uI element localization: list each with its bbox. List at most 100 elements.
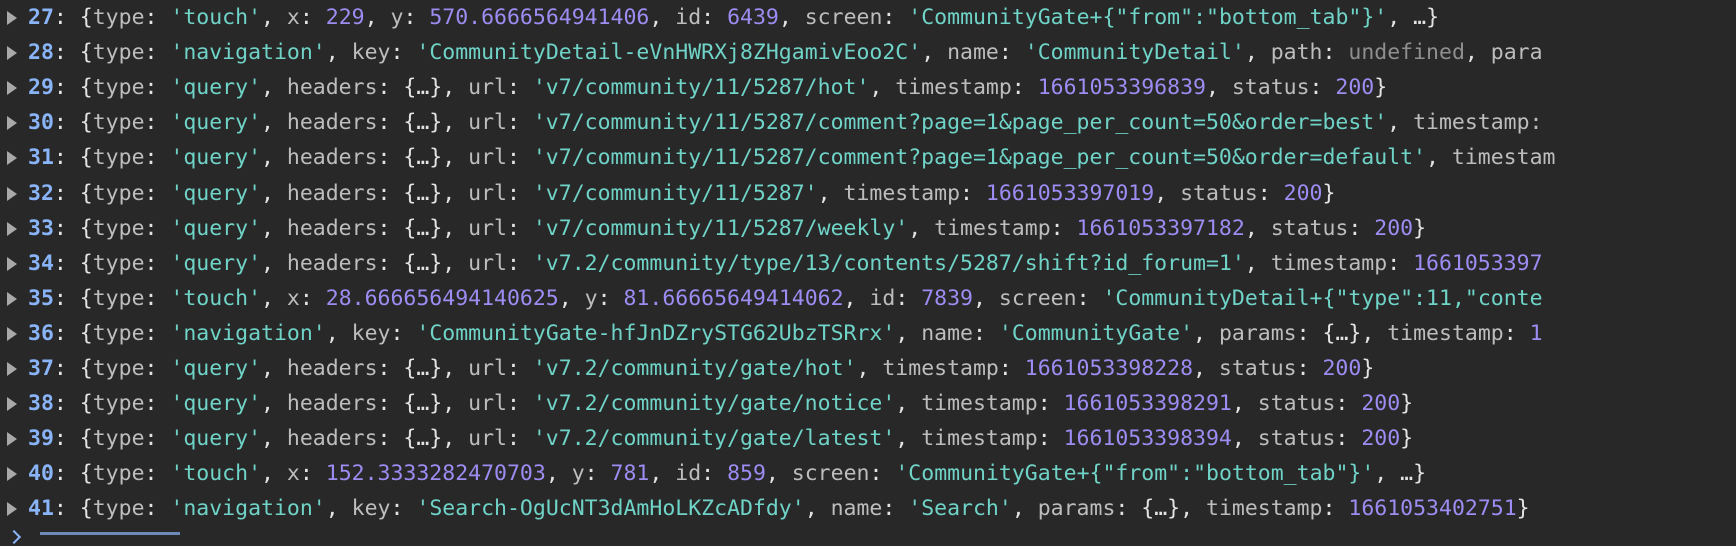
token-pun: , (1154, 180, 1181, 206)
token-key: headers (286, 145, 378, 171)
token-pun: : {…}, (1115, 496, 1206, 522)
log-entry-row[interactable]: 40: {type: 'touch', x: 152.3333282470703… (0, 456, 1736, 491)
expand-triangle-icon[interactable] (7, 362, 17, 376)
prompt-chevron-icon (6, 529, 22, 545)
expand-triangle-icon[interactable] (7, 116, 17, 131)
token-pun: , …} (1387, 5, 1440, 30)
token-pun: : {…}, (377, 145, 469, 171)
log-entry-row[interactable]: 35: {type: 'touch', x: 28.66665649414062… (0, 281, 1736, 316)
token-str: 'CommunityGate' (998, 320, 1194, 346)
token-pun: : (390, 320, 417, 346)
token-key: x (286, 285, 300, 311)
token-key: url (468, 391, 507, 417)
log-entry-row[interactable]: 41: {type: 'navigation', key: 'Search-Og… (0, 491, 1736, 526)
token-key: type (92, 180, 145, 206)
token-key: headers (286, 110, 378, 136)
log-entry-row[interactable]: 34: {type: 'query', headers: {…}, url: '… (0, 246, 1736, 281)
token-key: x (286, 461, 300, 487)
log-entry-row[interactable]: 33: {type: 'query', headers: {…}, url: '… (0, 211, 1736, 246)
log-entry-row[interactable]: 38: {type: 'query', headers: {…}, url: '… (0, 386, 1736, 421)
token-key: timestamp (882, 356, 999, 381)
token-str: 'v7.2/community/gate/notice' (532, 391, 896, 417)
expand-triangle-icon[interactable] (7, 46, 17, 61)
token-num: 200 (1283, 180, 1323, 206)
token-pun: : (299, 5, 326, 30)
log-entry-row[interactable]: 28: {type: 'navigation', key: 'Community… (0, 35, 1736, 70)
token-pun: : (584, 461, 611, 487)
expand-triangle-icon[interactable] (7, 467, 17, 482)
token-pun: , (1193, 320, 1219, 346)
token-str: 'navigation' (170, 320, 326, 346)
token-key: type (92, 426, 145, 452)
expand-triangle-icon[interactable] (7, 502, 17, 517)
token-key: status (1257, 391, 1336, 417)
token-num: 6439 (727, 5, 779, 30)
token-pun: , (261, 75, 287, 101)
token-pun: , (921, 40, 948, 66)
token-pun: { (79, 356, 93, 381)
token-key: key (351, 320, 391, 346)
log-entry-row[interactable]: 27: {type: 'touch', x: 229, y: 570.66665… (0, 0, 1736, 35)
log-entry-index: 39 (28, 426, 54, 452)
expand-triangle-icon[interactable] (7, 221, 17, 236)
token-key: para (1490, 40, 1543, 66)
token-pun: , (261, 5, 287, 30)
log-entry-row[interactable]: 32: {type: 'query', headers: {…}, url: '… (0, 176, 1736, 211)
token-key: headers (286, 250, 378, 276)
token-num: 152.3333282470703 (325, 461, 546, 487)
token-key: url (468, 145, 507, 171)
expand-triangle-icon[interactable] (7, 432, 17, 447)
log-entry-row[interactable]: 37: {type: 'query', headers: {…}, url: '… (0, 351, 1736, 386)
token-pun: } (1400, 426, 1414, 452)
token-key: type (92, 145, 145, 171)
log-entry-row[interactable]: 30: {type: 'query', headers: {…}, url: '… (0, 105, 1736, 140)
log-entry-index: 31 (28, 145, 54, 171)
log-entry-text: 40: {type: 'touch', x: 152.3333282470703… (28, 456, 1426, 491)
console-prompt-row[interactable] (0, 526, 200, 546)
token-pun: : (144, 496, 171, 522)
log-entry-index: 29 (28, 75, 54, 101)
log-entry-row[interactable]: 36: {type: 'navigation', key: 'Community… (0, 316, 1736, 351)
token-key: status (1231, 75, 1310, 101)
token-str: 'touch' (170, 461, 262, 487)
token-key: status (1257, 426, 1336, 452)
index-separator: : (53, 180, 80, 206)
token-pun: : (144, 426, 171, 452)
token-pun: : (506, 426, 533, 452)
token-pun: , (1244, 215, 1271, 241)
log-entry-row[interactable]: 39: {type: 'query', headers: {…}, url: '… (0, 421, 1736, 456)
token-pun: : (1050, 215, 1077, 241)
token-pun: , (649, 461, 676, 487)
expand-triangle-icon[interactable] (7, 11, 17, 25)
token-pun: , (1464, 40, 1491, 66)
expand-triangle-icon[interactable] (7, 397, 17, 412)
expand-triangle-icon[interactable] (7, 81, 17, 96)
token-pun: , (649, 5, 676, 30)
token-pun: { (79, 180, 93, 206)
token-pun: , (261, 461, 287, 487)
token-pun: : (144, 5, 171, 30)
token-pun: : (701, 461, 728, 487)
token-key: timestam (1451, 145, 1556, 171)
token-pun: : {…}, (1296, 320, 1388, 346)
index-separator: : (53, 461, 80, 487)
token-pun: , (261, 110, 287, 136)
log-entry-row[interactable]: 29: {type: 'query', headers: {…}, url: '… (0, 70, 1736, 105)
token-pun: , (325, 40, 352, 66)
index-separator: : (53, 75, 80, 101)
expand-triangle-icon[interactable] (7, 256, 17, 271)
expand-triangle-icon[interactable] (7, 151, 17, 166)
log-entry-index: 32 (28, 180, 54, 206)
token-pun: : (506, 145, 533, 171)
token-pun: : {…}, (377, 75, 469, 101)
expand-triangle-icon[interactable] (7, 186, 17, 201)
expand-triangle-icon[interactable] (7, 326, 17, 341)
log-entry-row[interactable]: 31: {type: 'query', headers: {…}, url: '… (0, 140, 1736, 175)
token-str: 'v7/community/11/5287' (532, 180, 818, 206)
token-key: headers (286, 391, 378, 417)
log-entry-text: 39: {type: 'query', headers: {…}, url: '… (28, 421, 1413, 456)
token-pun: : (1322, 496, 1349, 522)
expand-triangle-icon[interactable] (7, 291, 17, 306)
token-pun: { (79, 145, 93, 171)
prompt-input-partial[interactable] (40, 532, 180, 535)
